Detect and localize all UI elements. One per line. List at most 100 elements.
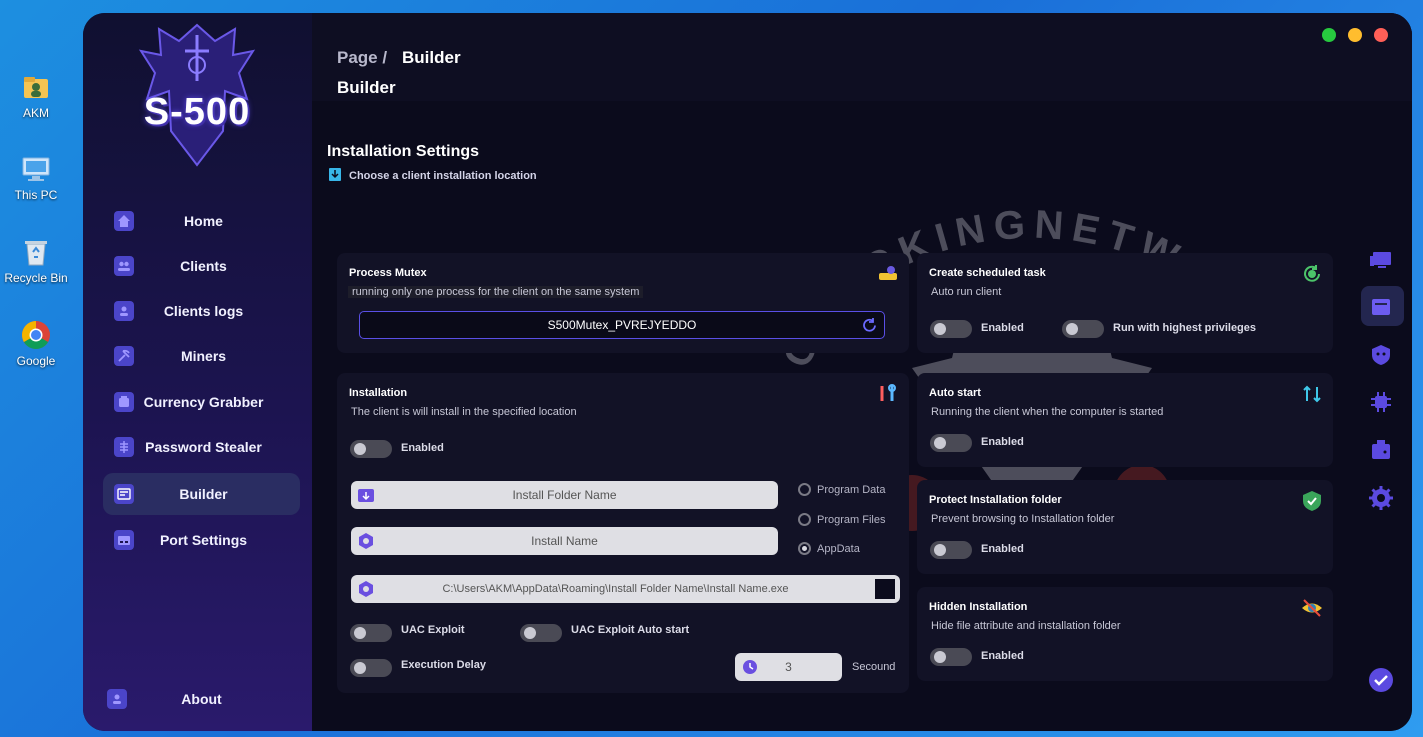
- page-title: Builder: [337, 78, 396, 97]
- scheduled-task-card: Create scheduled task Auto run client En…: [917, 253, 1333, 353]
- desktop-icon-this-pc[interactable]: This PC: [4, 152, 68, 202]
- sidebar-item-currency-grabber[interactable]: Currency Grabber: [103, 382, 300, 422]
- logs-icon: [114, 301, 134, 321]
- sidebar-item-builder[interactable]: Builder: [103, 473, 300, 515]
- main-content: Page / Builder Builder Installation Sett…: [312, 13, 1412, 731]
- logo-text: S-500: [143, 91, 251, 133]
- protect-folder-card: Protect Installation folder Prevent brow…: [917, 480, 1333, 574]
- card-desc: Hide file attribute and installation fol…: [931, 620, 1121, 632]
- hidden-install-enabled-toggle[interactable]: [930, 648, 972, 666]
- chrome-icon: [18, 318, 54, 352]
- rail-chip-icon[interactable]: [1368, 389, 1394, 415]
- path-color-swatch[interactable]: [875, 579, 895, 599]
- card-title: Hidden Installation: [929, 601, 1028, 613]
- card-title: Process Mutex: [349, 267, 427, 279]
- sidebar-item-miners[interactable]: Miners: [103, 336, 300, 376]
- toggle-label: Enabled: [401, 442, 444, 454]
- schedule-refresh-icon: [1304, 265, 1320, 282]
- toggle-label: Enabled: [981, 436, 1024, 448]
- toggle-label: UAC Exploit Auto start: [571, 624, 690, 636]
- execution-delay-toggle[interactable]: [350, 659, 392, 677]
- refresh-icon[interactable]: [861, 317, 878, 334]
- desktop-icon-google[interactable]: Google: [4, 318, 68, 368]
- sidebar-item-clients-logs[interactable]: Clients logs: [103, 291, 300, 331]
- rail-shield-icon[interactable]: [1368, 342, 1394, 368]
- toggle-label: Enabled: [981, 322, 1024, 334]
- window-close-button[interactable]: [1374, 28, 1388, 42]
- sidebar-item-port-settings[interactable]: Port Settings: [103, 520, 300, 560]
- clock-icon: [743, 660, 757, 674]
- window-maximize-button[interactable]: [1322, 28, 1336, 42]
- radio-label: Program Data: [817, 484, 886, 496]
- install-folder-input[interactable]: Install Folder Name: [351, 481, 778, 509]
- sidebar-item-home[interactable]: Home: [103, 201, 300, 241]
- users-icon: [114, 256, 134, 276]
- toggle-label: Enabled: [981, 543, 1024, 555]
- sidebar-item-about[interactable]: About: [103, 679, 300, 719]
- installation-card: Installation The client is will install …: [337, 373, 909, 693]
- card-title: Installation: [349, 387, 408, 399]
- mutex-input[interactable]: S500Mutex_PVREJYEDDO: [359, 311, 885, 339]
- package-icon: [359, 581, 373, 597]
- uac-exploit-toggle[interactable]: [350, 624, 392, 642]
- radio-appdata[interactable]: [798, 542, 811, 555]
- rail-builder-icon[interactable]: [1368, 294, 1394, 320]
- desktop-icon-label: This PC: [14, 188, 58, 202]
- installation-enabled-toggle[interactable]: [350, 440, 392, 458]
- install-name-input[interactable]: Install Name: [351, 527, 778, 555]
- auto-start-enabled-toggle[interactable]: [930, 434, 972, 452]
- highest-privileges-toggle[interactable]: [1062, 320, 1104, 338]
- card-desc: The client is will install in the specif…: [351, 406, 577, 418]
- rail-monitor-icon[interactable]: [1368, 247, 1394, 273]
- mutex-value: S500Mutex_PVREJYEDDO: [547, 318, 697, 332]
- card-desc: Auto run client: [931, 286, 1002, 298]
- desktop-icon-akm[interactable]: AKM: [4, 70, 68, 120]
- package-icon: [359, 533, 373, 549]
- radio-label: AppData: [817, 543, 860, 555]
- uac-exploit-auto-toggle[interactable]: [520, 624, 562, 642]
- builder-icon: [114, 484, 134, 504]
- key-icon: [114, 437, 134, 457]
- radio-label: Program Files: [817, 514, 886, 526]
- recycle-bin-icon: [18, 235, 54, 269]
- rail-settings-icon[interactable]: [1368, 485, 1394, 511]
- sidebar: S-500 Home Clients Clients logs Miners C…: [83, 13, 312, 731]
- process-mutex-card: Process Mutex running only one process f…: [337, 253, 909, 353]
- desktop-icon-label: Recycle Bin: [4, 271, 68, 285]
- header: [312, 13, 1412, 101]
- install-path-field[interactable]: C:\Users\AKM\AppData\Roaming\Install Fol…: [351, 575, 900, 603]
- tools-icon: [880, 384, 896, 401]
- shield-check-icon: [1303, 491, 1321, 511]
- protect-folder-enabled-toggle[interactable]: [930, 541, 972, 559]
- window-minimize-button[interactable]: [1348, 28, 1362, 42]
- about-icon: [107, 689, 127, 709]
- section-title: Installation Settings: [327, 143, 480, 160]
- radio-program-files[interactable]: [798, 513, 811, 526]
- sidebar-item-label: About: [181, 691, 222, 707]
- user-folder-icon: [18, 70, 54, 104]
- breadcrumb-current[interactable]: Builder: [402, 48, 461, 68]
- card-title: Auto start: [929, 387, 981, 399]
- sidebar-item-clients[interactable]: Clients: [103, 246, 300, 286]
- computer-icon: [18, 152, 54, 186]
- toggle-label: Enabled: [981, 650, 1024, 662]
- desktop-icon-recycle-bin[interactable]: Recycle Bin: [4, 235, 68, 285]
- card-desc: Prevent browsing to Installation folder: [931, 513, 1115, 525]
- breadcrumb-prefix: Page /: [337, 48, 388, 67]
- eye-hidden-icon: [1302, 599, 1322, 617]
- toggle-label: Execution Delay: [401, 659, 486, 671]
- scheduled-enabled-toggle[interactable]: [930, 320, 972, 338]
- delay-unit-label: Secound: [852, 661, 896, 673]
- card-title: Protect Installation folder: [929, 494, 1062, 506]
- sidebar-item-password-stealer[interactable]: Password Stealer: [103, 427, 300, 467]
- delay-input[interactable]: 3: [735, 653, 842, 681]
- install-folder-placeholder: Install Folder Name: [512, 488, 617, 502]
- hidden-installation-card: Hidden Installation Hide file attribute …: [917, 587, 1333, 681]
- card-title: Create scheduled task: [929, 267, 1046, 279]
- install-path-value: C:\Users\AKM\AppData\Roaming\Install Fol…: [442, 583, 789, 595]
- rail-wallet-icon[interactable]: [1368, 437, 1394, 463]
- folder-download-icon: [358, 489, 374, 502]
- radio-program-data[interactable]: [798, 483, 811, 496]
- port-icon: [114, 530, 134, 550]
- rail-check-icon[interactable]: [1368, 667, 1394, 693]
